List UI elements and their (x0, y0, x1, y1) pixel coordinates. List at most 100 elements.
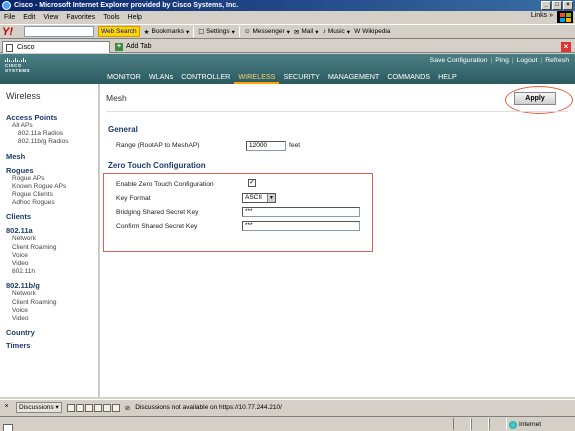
wikipedia-button[interactable]: W Wikipedia (354, 28, 390, 35)
minimize-icon[interactable]: _ (541, 1, 551, 10)
refresh-link[interactable]: Refresh (545, 57, 569, 64)
sidebar-group-clients[interactable]: Clients (6, 212, 98, 221)
ie-logo-icon (2, 1, 11, 10)
bridging-key-label: Bridging Shared Secret Key (116, 209, 199, 216)
logout-link[interactable]: Logout (517, 57, 538, 64)
confirm-key-input[interactable]: *** (242, 221, 360, 231)
discussion-tools (66, 403, 120, 412)
close-icon[interactable]: × (563, 1, 573, 10)
cisco-logo: CISCO SYSTEMS (5, 58, 43, 73)
nav-controller[interactable]: CONTROLLER (177, 71, 234, 84)
nav-wireless[interactable]: WIRELESS (234, 71, 280, 84)
add-tab-button[interactable]: + Add Tab (115, 41, 152, 53)
sidebar-item-rogue-aps[interactable]: Rogue APs (6, 175, 98, 183)
internet-zone: Internet (507, 420, 575, 429)
tab-cisco[interactable]: Cisco (2, 41, 110, 53)
tab-bar: Cisco + Add Tab × (0, 40, 575, 53)
discussions-bar: × Discussions ▾ ⊘ Discussions not availa… (0, 399, 575, 415)
chevron-down-icon: ▼ (267, 194, 275, 202)
bookmarks-button[interactable]: ★ Bookmarks ▾ (144, 28, 190, 36)
sidebar-item-known-rogue-aps[interactable]: Known Rogue APs (6, 183, 98, 191)
sidebar-item-network[interactable]: Network (6, 290, 98, 298)
sidebar-group-802-11b-g[interactable]: 802.11b/g (6, 281, 98, 290)
status-cell (453, 418, 471, 430)
nav-management[interactable]: MANAGEMENT (324, 71, 384, 84)
nav-help[interactable]: HELP (434, 71, 461, 84)
enable-ztc-checkbox[interactable]: ✓ (248, 179, 256, 187)
key-format-select[interactable]: ASCII ▼ (242, 193, 276, 203)
sidebar-item-video[interactable]: Video (6, 260, 98, 268)
sidebar-item-802-11b-g-radios[interactable]: 802.11b/g Radios (6, 138, 98, 146)
menu-edit[interactable]: Edit (23, 14, 35, 21)
sidebar-group-mesh[interactable]: Mesh (6, 152, 98, 161)
range-input[interactable]: 12000 (246, 141, 286, 151)
sidebar-title: Wireless (6, 91, 41, 101)
close-icon[interactable]: × (2, 403, 11, 412)
music-button[interactable]: ♪ Music ▾ (323, 28, 351, 36)
yahoo-toolbar: Y! Web Search ★ Bookmarks ▾ ☐ Settings ▾ ☺… (0, 24, 575, 39)
discussions-button[interactable]: Discussions ▾ (16, 402, 62, 413)
menu-favorites[interactable]: Favorites (66, 14, 95, 21)
sidebar-group-access-points[interactable]: Access Points (6, 113, 98, 122)
discussions-message: Discussions not available on https://10.… (135, 404, 282, 411)
nav-security[interactable]: SECURITY (279, 71, 323, 84)
status-bar: Internet (0, 416, 575, 431)
discussion-tool-icon[interactable] (66, 403, 75, 412)
apply-button[interactable]: Apply (514, 92, 556, 105)
messenger-button[interactable]: ☺ Messenger ▾ (244, 28, 290, 36)
menu-tools[interactable]: Tools (103, 14, 119, 21)
window-controls: _ □ × (541, 1, 573, 10)
nav-commands[interactable]: COMMANDS (383, 71, 434, 84)
key-format-label: Key Format (116, 195, 151, 202)
settings-icon: ☐ (198, 28, 205, 36)
bridging-key-input[interactable]: *** (242, 207, 360, 217)
page-title: Mesh (106, 93, 127, 103)
menu-view[interactable]: View (43, 14, 58, 21)
sidebar-item-adhoc-rogues[interactable]: Adhoc Rogues (6, 199, 98, 207)
sidebar-item-client-roaming[interactable]: Client Roaming (6, 299, 98, 307)
cisco-header: CISCO SYSTEMS Save Configuration | Ping | … (0, 54, 575, 84)
menu-help[interactable]: Help (128, 14, 142, 21)
discussion-tool-icon[interactable] (84, 403, 93, 412)
wikipedia-icon: W (354, 28, 361, 35)
sidebar-item-all-aps[interactable]: All APs (6, 122, 98, 130)
bookmark-icon: ★ (143, 28, 150, 36)
close-tab-icon[interactable]: × (561, 42, 571, 52)
save-configuration-link[interactable]: Save Configuration (430, 57, 488, 64)
links-toolbar[interactable]: Links » (531, 12, 553, 19)
range-unit: feet (289, 142, 301, 149)
discussion-tool-icon[interactable] (75, 403, 84, 412)
toolbar-search-input[interactable] (24, 26, 94, 37)
nav-wlans[interactable]: WLANs (145, 71, 177, 84)
discussion-tool-icon[interactable] (102, 403, 111, 412)
web-search-button[interactable]: Web Search (98, 26, 140, 37)
page-icon (6, 44, 13, 52)
maximize-icon[interactable]: □ (552, 1, 562, 10)
ping-link[interactable]: Ping (495, 57, 509, 64)
discussion-tool-icon[interactable] (111, 403, 120, 412)
menu-bar: File Edit View Favorites Tools Help Link… (0, 11, 575, 23)
sidebar-group-country[interactable]: Country (6, 328, 98, 337)
sidebar-groups: Access Points All APs 802.11a Radios 802.11… (6, 113, 98, 350)
discussions-status-icon: ⊘ (124, 404, 131, 412)
settings-button[interactable]: ☐ Settings ▾ (198, 28, 235, 36)
mail-button[interactable]: ✉ Mail ▾ (294, 28, 319, 36)
sidebar-item-video[interactable]: Video (6, 315, 98, 323)
sidebar-group-timers[interactable]: Timers (6, 341, 98, 350)
yahoo-logo-icon[interactable]: Y! (2, 26, 20, 38)
sidebar-item-802-11a-radios[interactable]: 802.11a Radios (6, 130, 98, 138)
sidebar-item-voice[interactable]: Voice (6, 307, 98, 315)
sidebar-group-802-11a[interactable]: 802.11a (6, 226, 98, 235)
windows-logo-icon (557, 11, 573, 23)
sidebar-item-client-roaming[interactable]: Client Roaming (6, 244, 98, 252)
enable-ztc-label: Enable Zero Touch Configuration (116, 181, 214, 188)
sidebar-item-802-11h[interactable]: 802.11h (6, 268, 98, 276)
discussion-tool-icon[interactable] (93, 403, 102, 412)
sidebar-item-voice[interactable]: Voice (6, 252, 98, 260)
sidebar-item-rogue-clients[interactable]: Rogue Clients (6, 191, 98, 199)
sidebar-item-network[interactable]: Network (6, 235, 98, 243)
sidebar-group-rogues[interactable]: Rogues (6, 166, 98, 175)
menu-file[interactable]: File (4, 14, 15, 21)
toolbar-divider (238, 26, 240, 37)
nav-monitor[interactable]: MONITOR (103, 71, 145, 84)
